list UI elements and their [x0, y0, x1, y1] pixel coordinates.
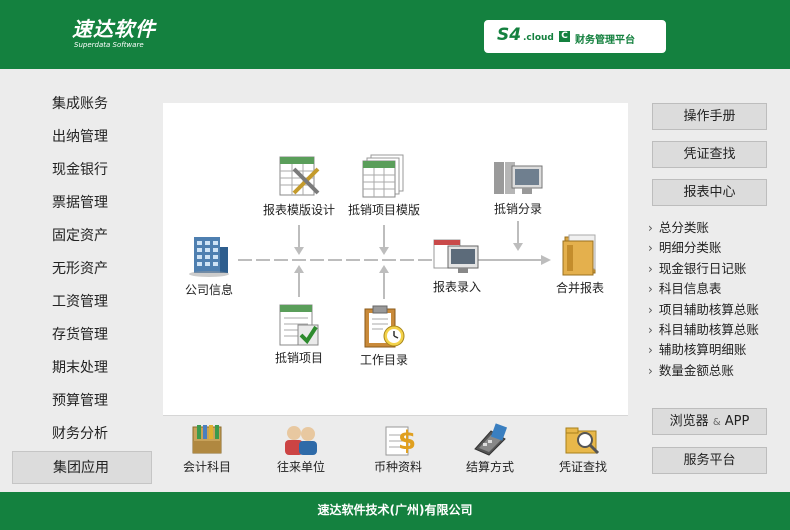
report-link-detail-ledger[interactable]: › 明细分类账 [648, 238, 759, 258]
chevron-right-icon: › [648, 282, 653, 297]
bottom-item-accounting-subjects-label: 会计科目 [182, 460, 231, 474]
menu-item-cashier[interactable]: 出纳管理 [12, 121, 152, 154]
platform-badge: S4 .cloud C 财务管理平台 [484, 20, 666, 53]
menu-item-financial-analysis[interactable]: 财务分析 [12, 418, 152, 451]
report-link-label: 现金银行日记账 [658, 260, 747, 276]
chevron-right-icon: › [648, 343, 653, 358]
logo-cn-text: 速达软件 [72, 17, 156, 41]
company-logo: 速达软件 Superdata Software [72, 18, 156, 49]
voucher-search-button[interactable]: 凭证查找 [652, 141, 767, 168]
report-link-label: 科目辅助核算总账 [658, 321, 759, 337]
browser-app-button[interactable]: 浏览器 & APP [652, 408, 767, 435]
manual-button[interactable]: 操作手册 [652, 103, 767, 130]
menu-item-payroll[interactable]: 工资管理 [12, 286, 152, 319]
node-elim-entries[interactable]: 抵销分录 [481, 158, 555, 217]
svg-text:$: $ [398, 426, 416, 456]
platform-c-icon: C [559, 31, 570, 42]
platform-s4-text: S4 [497, 25, 522, 45]
report-link-label: 项目辅助核算总账 [658, 301, 759, 317]
report-list: › 总分类账 › 明细分类账 › 现金银行日记账 › 科目信息表 › 项目辅助核算总账 ›… [648, 218, 759, 381]
server-monitor-icon [494, 162, 543, 194]
chevron-right-icon: › [648, 322, 653, 337]
report-link-project-aux-ledger[interactable]: › 项目辅助核算总账 [648, 300, 759, 320]
bottom-item-accounting-subjects[interactable]: 会计科目 [177, 423, 237, 475]
menu-item-inventory[interactable]: 存货管理 [12, 319, 152, 352]
report-center-button[interactable]: 报表中心 [652, 179, 767, 206]
report-link-label: 科目信息表 [658, 281, 722, 297]
report-link-quantity-amount[interactable]: › 数量金额总账 [648, 361, 759, 381]
bottom-item-currency[interactable]: $ 币种资料 [368, 423, 428, 475]
menu-item-intangible-assets[interactable]: 无形资产 [12, 253, 152, 286]
node-elim-item-template-label: 抵销项目模版 [347, 203, 420, 217]
service-platform-button[interactable]: 服务平台 [652, 447, 767, 474]
report-link-label: 明细分类账 [658, 240, 722, 256]
report-link-label: 总分类账 [658, 220, 709, 235]
people-icon [285, 426, 317, 455]
bottom-item-currency-label: 币种资料 [373, 460, 422, 474]
folder-binder-icon [562, 234, 596, 276]
bottom-item-contacts[interactable]: 往来单位 [271, 423, 331, 475]
browser-app-app: APP [724, 414, 750, 429]
node-report-entry[interactable]: 报表录入 [425, 236, 489, 295]
node-report-template-design[interactable]: 报表模版设计 [256, 153, 342, 218]
bottom-item-contacts-label: 往来单位 [276, 460, 325, 474]
node-work-directory-label: 工作目录 [359, 353, 408, 367]
report-link-subject-info[interactable]: › 科目信息表 [648, 279, 759, 299]
header-bar: 速达软件 Superdata Software S4 .cloud C 财务管理… [0, 0, 790, 69]
flow-panel: 公司信息 报表模版设计 抵销项目模版 抵销分录 报表录入 合并报表 抵销项目 工… [163, 103, 628, 416]
node-elim-items[interactable]: 抵销项目 [267, 303, 331, 366]
stacked-sheets-icon [362, 154, 404, 198]
clipboard-clock-icon [364, 305, 405, 348]
chevron-right-icon: › [648, 241, 653, 256]
checklist-icon [279, 304, 319, 346]
node-elim-item-template[interactable]: 抵销项目模版 [340, 153, 428, 218]
logo-en-text: Superdata Software [74, 41, 144, 49]
report-link-aux-detail[interactable]: › 辅助核算明细账 [648, 340, 759, 360]
chevron-right-icon: › [648, 221, 653, 235]
report-link-label: 辅助核算明细账 [658, 342, 747, 358]
platform-cloud-text: .cloud [523, 33, 554, 43]
node-report-entry-label: 报表录入 [432, 280, 481, 294]
report-link-general-ledger[interactable]: › 总分类账 [648, 218, 759, 238]
node-report-template-design-label: 报表模版设计 [262, 203, 335, 217]
menu-item-integrated-accounting[interactable]: 集成账务 [12, 88, 152, 121]
screen-entry-icon [433, 239, 479, 273]
footer-company-name: 速达软件技术(广州)有限公司 [317, 503, 473, 517]
node-consolidated-report-label: 合并报表 [555, 281, 604, 295]
footer-bar: 速达软件技术(广州)有限公司 [0, 492, 790, 530]
report-link-label: 数量金额总账 [658, 362, 734, 378]
building-icon [189, 237, 229, 277]
browser-app-text: 浏览器 [669, 414, 709, 429]
report-link-cash-bank-journal[interactable]: › 现金银行日记账 [648, 259, 759, 279]
node-company-info-label: 公司信息 [184, 283, 233, 297]
chevron-right-icon: › [648, 261, 653, 276]
pos-terminal-icon [474, 423, 508, 456]
bottom-item-settlement[interactable]: 结算方式 [458, 423, 522, 475]
menu-item-cash-bank[interactable]: 现金银行 [12, 154, 152, 187]
menu-item-group-application[interactable]: 集团应用 [12, 451, 152, 484]
platform-title: 财务管理平台 [575, 35, 635, 46]
report-link-subject-aux-ledger[interactable]: › 科目辅助核算总账 [648, 320, 759, 340]
spreadsheet-tools-icon [279, 156, 320, 196]
folder-search-icon [565, 427, 600, 455]
node-elim-entries-label: 抵销分录 [493, 202, 542, 216]
file-cabinet-icon [192, 425, 222, 454]
node-company-info[interactable]: 公司信息 [177, 233, 241, 298]
left-menu: 集成账务 出纳管理 现金银行 票据管理 固定资产 无形资产 工资管理 存货管理 … [12, 88, 152, 484]
menu-item-period-end[interactable]: 期末处理 [12, 352, 152, 385]
node-work-directory[interactable]: 工作目录 [352, 303, 416, 368]
menu-item-fixed-assets[interactable]: 固定资产 [12, 220, 152, 253]
node-elim-items-label: 抵销项目 [274, 351, 323, 365]
dollar-document-icon: $ [385, 426, 416, 456]
bottom-item-settlement-label: 结算方式 [465, 460, 514, 474]
browser-app-amp: & [712, 417, 721, 428]
chevron-right-icon: › [648, 363, 653, 378]
menu-item-bills[interactable]: 票据管理 [12, 187, 152, 220]
menu-item-budget[interactable]: 预算管理 [12, 385, 152, 418]
bottom-item-voucher-search-label: 凭证查找 [558, 460, 607, 474]
node-consolidated-report[interactable]: 合并报表 [547, 233, 613, 296]
bottom-item-voucher-search[interactable]: 凭证查找 [551, 423, 615, 475]
chevron-right-icon: › [648, 302, 653, 317]
bottom-icon-bar: 会计科目 往来单位 $ 币种资料 结算方式 凭证查找 [163, 423, 628, 483]
